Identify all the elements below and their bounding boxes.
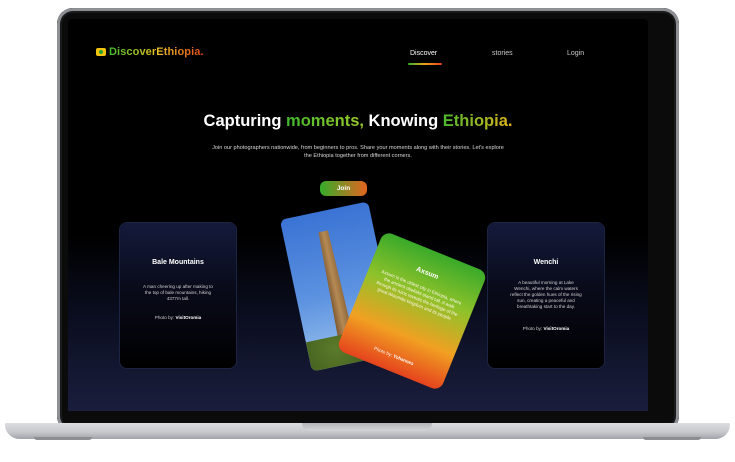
camera-logo-icon xyxy=(96,48,106,56)
credit-name: VisitOromia xyxy=(543,326,570,331)
card-credit: Photo by: Yohannes xyxy=(341,333,447,380)
card-bale-mountains[interactable]: Bale Mountains A man cheering up after m… xyxy=(120,223,236,368)
credit-prefix: Photo by: xyxy=(522,326,543,331)
nav-active-underline xyxy=(408,63,442,65)
card-credit: Photo by: VisitOromia xyxy=(488,326,604,331)
card-description: Axsum is the oldest city in Ethiopia, wh… xyxy=(375,268,463,322)
laptop-foot-right xyxy=(643,437,701,440)
hero-title-part3: Knowing xyxy=(363,112,443,130)
laptop-foot-left xyxy=(34,437,92,440)
brand-name: DiscoverEthiopia. xyxy=(109,46,204,58)
credit-prefix: Photo by: xyxy=(373,345,394,358)
credit-prefix: Photo by: xyxy=(154,315,175,320)
card-credit: Photo by: VisitOromia xyxy=(120,315,236,320)
brand-logo[interactable]: DiscoverEthiopia. xyxy=(96,46,204,58)
card-wenchi[interactable]: Wenchi A beautiful morning at Lake Wench… xyxy=(488,223,604,368)
credit-name: VisitOromia xyxy=(175,315,202,320)
nav-login[interactable]: Login xyxy=(567,50,584,57)
card-title: Wenchi xyxy=(533,259,559,266)
credit-name: Yohannes xyxy=(392,353,415,367)
nav-stories[interactable]: stories xyxy=(492,50,513,57)
hero-title-part2: moments, xyxy=(286,112,364,130)
screen: DiscoverEthiopia. Discover stories Login… xyxy=(68,19,648,411)
nav-discover[interactable]: Discover xyxy=(410,50,437,57)
hero-title-part4: Ethiopia. xyxy=(442,112,513,130)
card-description: A beautiful morning at Lake Wenchi, wher… xyxy=(510,280,582,309)
card-description: A man cheering up after making to the to… xyxy=(143,284,213,301)
hero-subtitle: Join our photographers nationwide, from … xyxy=(212,145,504,159)
join-button[interactable]: Join xyxy=(320,181,367,196)
laptop-notch xyxy=(302,423,432,431)
hero-title: Capturing moments, Knowing Ethiopia. xyxy=(68,112,648,131)
card-title: Bale Mountains xyxy=(152,259,204,266)
hero-title-part1: Capturing xyxy=(203,112,287,130)
